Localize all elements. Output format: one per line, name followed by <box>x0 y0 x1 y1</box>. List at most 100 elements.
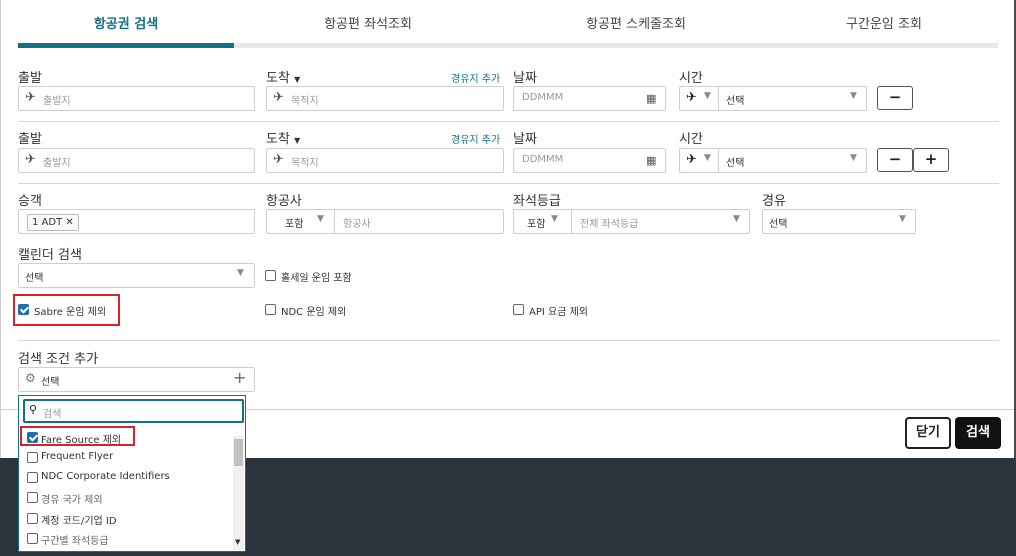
time-value: 선택 <box>726 158 745 169</box>
via-country-checkbox[interactable] <box>27 492 38 503</box>
chevron-down-icon: ▼ <box>704 153 711 163</box>
account-code-checkbox[interactable] <box>27 513 38 524</box>
airline-placeholder: 항공사 <box>343 219 371 230</box>
divider <box>718 87 719 110</box>
divider <box>334 210 335 233</box>
frequent-flyer-checkbox[interactable] <box>27 452 38 463</box>
arrive-input[interactable]: ✈ 목적지 <box>266 148 504 173</box>
dropdown-scrollbar[interactable]: ▼ <box>233 436 244 550</box>
arrive-label[interactable]: 도착 ▼ <box>266 128 300 147</box>
ndc-corporate-checkbox[interactable] <box>27 472 38 483</box>
modal-left-border <box>0 0 1 458</box>
plane-icon: ✈ <box>686 90 697 105</box>
arrive-label[interactable]: 도착 ▼ <box>266 67 300 86</box>
depart-label: 출발 <box>18 132 42 147</box>
wholesale-checkbox[interactable] <box>265 270 276 281</box>
ndc-checkbox[interactable] <box>265 304 276 315</box>
depart-input[interactable]: ✈ 출발지 <box>18 86 255 111</box>
add-via-link[interactable]: 경유지 추가 <box>451 131 500 146</box>
add-via-link[interactable]: 경유지 추가 <box>451 70 500 85</box>
api-checkbox[interactable] <box>513 304 524 315</box>
divider <box>718 149 719 172</box>
tab-seat-lookup[interactable]: 항공편 좌석조회 <box>260 13 476 32</box>
plane-icon: ✈ <box>273 90 284 105</box>
api-label: API 요금 제외 <box>529 307 588 318</box>
arrive-placeholder: 목적지 <box>291 96 319 107</box>
cabin-mode[interactable]: 포함 <box>527 215 545 230</box>
depart-label: 출발 <box>18 71 42 86</box>
airline-label: 항공사 <box>266 194 302 209</box>
chevron-down-icon: ▼ <box>850 91 857 101</box>
chevron-down-icon: ▼ <box>551 214 558 224</box>
time-label: 시간 <box>679 71 703 86</box>
item-label: 구간별 좌석등급 <box>41 536 109 547</box>
sabre-label: Sabre 운임 제외 <box>34 307 107 318</box>
depart-input[interactable]: ✈ 출발지 <box>18 148 255 173</box>
divider <box>571 210 572 233</box>
plane-icon: ✈ <box>686 152 697 167</box>
divider <box>18 183 999 184</box>
date-input[interactable]: DDMMM ▦ <box>513 86 666 111</box>
chevron-down-icon: ▼ <box>733 214 740 224</box>
chevron-down-icon: ▼ <box>899 214 906 224</box>
remove-segment-button[interactable]: − <box>877 148 913 172</box>
via-select[interactable]: 선택 ▼ <box>762 209 916 234</box>
sabre-checkbox[interactable] <box>18 304 29 315</box>
scroll-down-icon[interactable]: ▼ <box>235 538 240 546</box>
remove-segment-button[interactable]: − <box>877 86 913 110</box>
active-tab-indicator <box>18 43 234 48</box>
tab-schedule-lookup[interactable]: 항공편 스케줄조회 <box>520 13 752 32</box>
fare-source-checkbox[interactable] <box>27 432 38 443</box>
add-criteria-select[interactable]: ⚙ 선택 + <box>18 367 255 392</box>
passenger-input[interactable]: 1 ADT ✕ <box>18 209 255 234</box>
search-icon: ⚲ <box>29 403 38 416</box>
cabin-label: 좌석등급 <box>513 194 561 209</box>
time-select[interactable]: ✈ ▼ 선택 ▼ <box>679 148 867 173</box>
date-placeholder: DDMMM <box>522 92 564 103</box>
calendar-select[interactable]: 선택 ▼ <box>18 263 255 288</box>
time-label: 시간 <box>679 132 703 147</box>
date-input[interactable]: DDMMM ▦ <box>513 148 666 173</box>
item-label: NDC Corporate Identifiers <box>41 471 170 482</box>
criteria-dropdown[interactable]: ⚲ 검색 Fare Source 제외 Frequent Flyer NDC C… <box>18 395 246 552</box>
calendar-icon[interactable]: ▦ <box>646 92 656 105</box>
search-button[interactable]: 검색 <box>955 417 1001 449</box>
tab-segment-fare[interactable]: 구간운임 조회 <box>776 13 992 32</box>
date-label: 날짜 <box>513 71 537 86</box>
tab-flight-search[interactable]: 항공권 검색 <box>18 13 234 32</box>
airline-mode[interactable]: 포함 <box>285 215 303 230</box>
passenger-tag-label: 1 ADT <box>32 217 63 228</box>
scrollbar-thumb[interactable] <box>234 439 243 466</box>
calendar-icon[interactable]: ▦ <box>646 154 656 167</box>
add-criteria-label: 검색 조건 추가 <box>18 352 99 367</box>
arrive-input[interactable]: ✈ 목적지 <box>266 86 504 111</box>
time-select[interactable]: ✈ ▼ 선택 ▼ <box>679 86 867 111</box>
chevron-down-icon: ▼ <box>294 136 301 145</box>
item-label: Frequent Flyer <box>41 451 114 462</box>
plus-icon[interactable]: + <box>233 368 246 387</box>
plane-icon: ✈ <box>25 152 36 167</box>
close-button[interactable]: 닫기 <box>905 417 951 449</box>
time-value: 선택 <box>726 96 745 107</box>
add-segment-button[interactable]: + <box>913 148 949 172</box>
passenger-tag[interactable]: 1 ADT ✕ <box>27 214 79 231</box>
arrive-placeholder: 목적지 <box>291 158 319 169</box>
close-icon[interactable]: ✕ <box>65 217 73 228</box>
cabin-input[interactable]: 포함 ▼ 전체 좌석등급 ▼ <box>513 209 750 234</box>
chevron-down-icon: ▼ <box>294 75 301 84</box>
date-placeholder: DDMMM <box>522 154 564 165</box>
item-label: 계정 코드/기업 ID <box>41 516 117 527</box>
via-label: 경유 <box>762 194 786 209</box>
calendar-value: 선택 <box>25 273 44 284</box>
dropdown-search-input[interactable]: ⚲ 검색 <box>23 399 244 423</box>
item-label: Fare Source 제외 <box>41 435 122 446</box>
airline-input[interactable]: 포함 ▼ 항공사 <box>266 209 504 234</box>
calendar-search-label: 캘린더 검색 <box>18 248 82 263</box>
item-label: 경유 국가 제외 <box>41 495 103 506</box>
ndc-label: NDC 운임 제외 <box>281 307 347 318</box>
wholesale-label: 홀세일 운임 포함 <box>281 273 352 284</box>
via-value: 선택 <box>769 219 788 230</box>
segment-cabin-checkbox[interactable] <box>27 533 38 544</box>
date-label: 날짜 <box>513 132 537 147</box>
plane-icon: ✈ <box>25 90 36 105</box>
